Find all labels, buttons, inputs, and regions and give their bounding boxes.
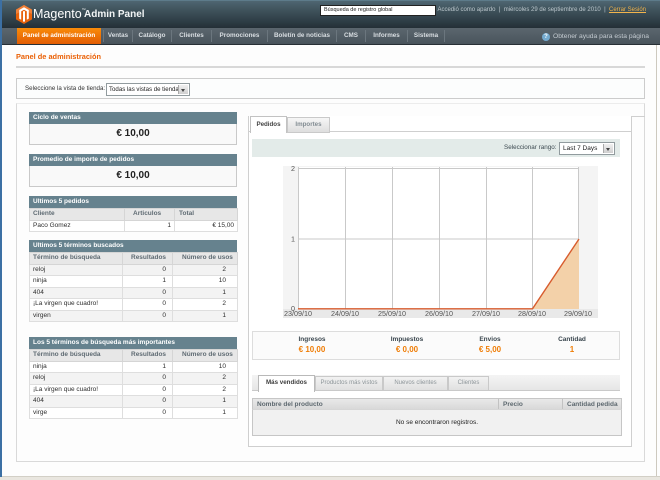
- svg-text:1: 1: [291, 235, 295, 244]
- svg-text:28/09/10: 28/09/10: [518, 309, 546, 318]
- svg-text:29/09/10: 29/09/10: [564, 309, 592, 318]
- svg-text:27/09/10: 27/09/10: [472, 309, 500, 318]
- svg-text:25/09/10: 25/09/10: [378, 309, 406, 318]
- svg-text:26/09/10: 26/09/10: [425, 309, 453, 318]
- svg-text:24/09/10: 24/09/10: [331, 309, 359, 318]
- svg-text:2: 2: [291, 166, 295, 173]
- svg-text:23/09/10: 23/09/10: [284, 309, 312, 318]
